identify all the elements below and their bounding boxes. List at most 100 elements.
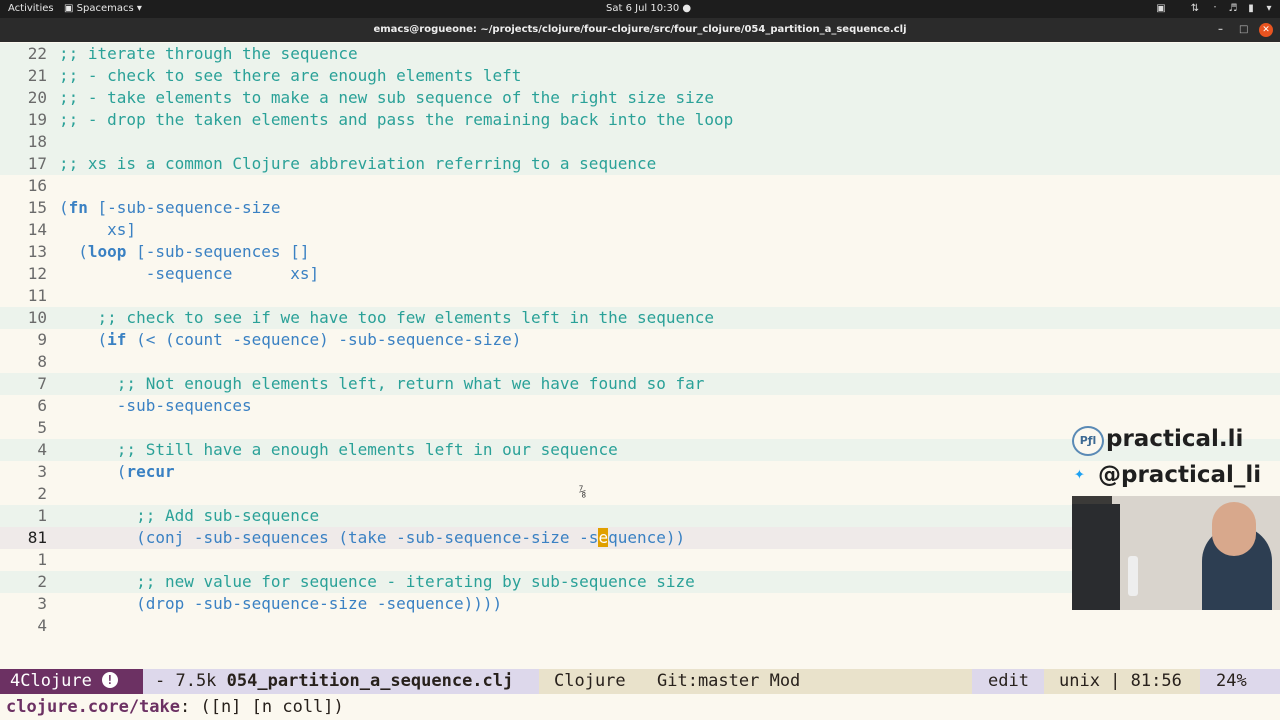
line-text: xs] — [59, 220, 137, 239]
code-line[interactable]: 8 — [0, 351, 1280, 373]
code-line[interactable]: 16 — [0, 175, 1280, 197]
line-number: 13 — [27, 242, 47, 261]
window-title: emacs@rogueone: ~/projects/clojure/four-… — [373, 24, 907, 35]
buffer-percent: 24% — [1200, 669, 1280, 694]
line-text: ;; check to see if we have too few eleme… — [59, 308, 715, 327]
line-number: 1 — [37, 550, 47, 569]
line-number: 11 — [27, 286, 47, 305]
twitter-icon: ✦ — [1074, 463, 1085, 484]
line-text: -sequence xs] — [59, 264, 320, 283]
line-text: (drop -sub-sequence-size -sequence)))) — [59, 594, 503, 613]
code-line[interactable]: 14 xs] — [0, 219, 1280, 241]
line-number: 18 — [27, 132, 47, 151]
clock-label: Sat 6 Jul 10:30 — [606, 3, 680, 14]
buffer-filename: 054_partition_a_sequence.clj — [226, 671, 514, 691]
line-number: 1 — [37, 506, 47, 525]
stream-overlay: Pƒl practical.li ✦ @practical_li — [1072, 424, 1280, 610]
line-number: 12 — [27, 264, 47, 283]
minimize-icon[interactable]: – — [1218, 23, 1223, 37]
code-line[interactable]: 20 ;; - take elements to make a new sub s… — [0, 87, 1280, 109]
code-line[interactable]: 17 ;; xs is a common Clojure abbreviation… — [0, 153, 1280, 175]
code-line[interactable]: 7 ;; Not enough elements left, return wh… — [0, 373, 1280, 395]
line-number: 17 — [27, 154, 47, 173]
clock[interactable]: Sat 6 Jul 10:30 ● — [606, 3, 691, 15]
encoding-position: unix | 81:56 — [1044, 669, 1200, 694]
keyword: loop — [87, 242, 127, 261]
text-cursor: e — [598, 528, 609, 547]
workspace-label: 4Clojure — [10, 671, 92, 691]
line-number: 9 — [37, 330, 47, 349]
buffer-size: - 7.5k — [155, 671, 217, 691]
line-number: 5 — [37, 418, 47, 437]
window-title-bar[interactable]: emacs@rogueone: ~/projects/clojure/four-… — [0, 18, 1280, 42]
mode-line: 4Clojure! - 7.5k 054_partition_a_sequenc… — [0, 669, 1280, 694]
code-line[interactable]: 19 ;; - drop the taken elements and pass … — [0, 109, 1280, 131]
eldoc-args: : ([n] [n coll]) — [180, 697, 344, 717]
chevron-down-icon: ▾ — [136, 3, 142, 14]
keyword: recur — [126, 462, 175, 481]
webcam-feed — [1072, 496, 1280, 610]
line-text: (loop [-sub-sequences [] — [59, 242, 310, 261]
mouse-cursor-icon: ⅞ — [579, 485, 587, 499]
line-text: ;; iterate through the sequence — [59, 44, 358, 63]
code-line[interactable]: 4 — [0, 615, 1280, 637]
line-number: 81 — [27, 528, 47, 547]
app-menu[interactable]: ▣ Spacemacs ▾ — [64, 3, 142, 15]
chevron-down-icon[interactable]: ▾ — [1264, 3, 1274, 14]
line-number: 4 — [37, 616, 47, 635]
line-text: ;; new value for sequence - iterating by… — [59, 572, 695, 591]
eldoc-function: clojure.core/take — [6, 697, 180, 717]
line-text: (fn [-sub-sequence-size — [59, 198, 281, 217]
app-menu-label: Spacemacs — [76, 3, 134, 14]
line-number: 4 — [37, 440, 47, 459]
screen-icon[interactable]: ▣ — [1156, 3, 1166, 14]
code-line[interactable]: 22 ;; iterate through the sequence — [0, 43, 1280, 65]
major-mode[interactable]: Clojure — [539, 669, 642, 694]
code-line[interactable]: 10 ;; check to see if we have too few el… — [0, 307, 1280, 329]
line-number: 21 — [27, 66, 47, 85]
line-number: 2 — [37, 484, 47, 503]
line-text: ;; - take elements to make a new sub seq… — [59, 88, 715, 107]
line-number: 6 — [37, 396, 47, 415]
keyword: fn — [68, 198, 88, 217]
line-text: ;; Not enough elements left, return what… — [59, 374, 705, 393]
code-line[interactable]: 9 (if (< (count -sequence) -sub-sequence… — [0, 329, 1280, 351]
practicalli-logo-icon: Pƒl — [1072, 426, 1104, 456]
code-line[interactable]: 15 (fn [-sub-sequence-size — [0, 197, 1280, 219]
line-number: 14 — [27, 220, 47, 239]
vcs-status[interactable]: Git:master Mod — [642, 669, 972, 694]
app-icon: ▣ — [64, 3, 74, 14]
line-number: 15 — [27, 198, 47, 217]
line-number: 3 — [37, 462, 47, 481]
bluetooth-icon[interactable]: ᛫ — [1210, 3, 1220, 14]
line-text: ;; Add sub-sequence — [59, 506, 320, 525]
volume-icon[interactable]: ♬ — [1228, 3, 1238, 14]
notification-dot-icon: ● — [682, 3, 692, 14]
line-number: 8 — [37, 352, 47, 371]
buffer-info[interactable]: - 7.5k 054_partition_a_sequence.clj — [143, 669, 539, 694]
maximize-icon[interactable]: □ — [1239, 23, 1248, 37]
line-text: (if (< (count -sequence) -sub-sequence-s… — [59, 330, 522, 349]
code-line[interactable]: 6 -sub-sequences — [0, 395, 1280, 417]
line-text: ;; Still have a enough elements left in … — [59, 440, 618, 459]
line-number: 10 — [27, 308, 47, 327]
code-line[interactable]: 13 (loop [-sub-sequences [] — [0, 241, 1280, 263]
code-line[interactable]: 12 -sequence xs] — [0, 263, 1280, 285]
line-number: 16 — [27, 176, 47, 195]
line-number: 19 — [27, 110, 47, 129]
line-text: ;; - drop the taken elements and pass th… — [59, 110, 734, 129]
system-top-bar: Activities ▣ Spacemacs ▾ Sat 6 Jul 10:30… — [0, 0, 1280, 18]
evil-state-indicator[interactable]: 4Clojure! — [0, 669, 143, 694]
code-line[interactable]: 11 — [0, 285, 1280, 307]
line-text: ;; - check to see there are enough eleme… — [59, 66, 522, 85]
code-line[interactable]: 18 — [0, 131, 1280, 153]
battery-icon[interactable]: ▮ — [1246, 3, 1256, 14]
line-number: 2 — [37, 572, 47, 591]
code-line[interactable]: 21 ;; - check to see there are enough ele… — [0, 65, 1280, 87]
activities-button[interactable]: Activities — [8, 3, 54, 15]
close-icon[interactable]: ✕ — [1259, 23, 1273, 37]
info-icon: ! — [101, 672, 118, 688]
line-text: -sub-sequences — [59, 396, 252, 415]
network-icon[interactable]: ⇅ — [1190, 3, 1200, 14]
line-number: 22 — [27, 44, 47, 63]
